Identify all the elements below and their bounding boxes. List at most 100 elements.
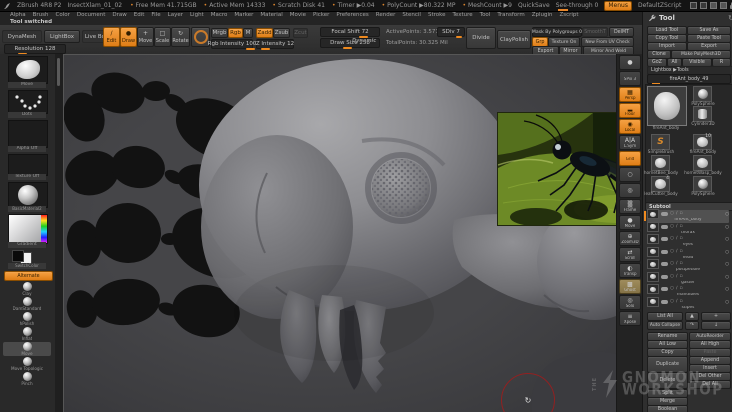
see-dot-toggle-1[interactable]: ○ bbox=[619, 167, 641, 182]
visibility-eye-icon[interactable]: ○ bbox=[725, 250, 729, 255]
uv-icon[interactable]: ▫ bbox=[679, 249, 682, 254]
alpha-selector[interactable] bbox=[8, 120, 48, 148]
duplicate-button[interactable]: Duplicate bbox=[647, 356, 688, 373]
menu-item[interactable]: Picker bbox=[313, 12, 329, 18]
polypaint-toggle-icon[interactable] bbox=[661, 262, 668, 266]
quick-brush-button[interactable]: hPolish bbox=[3, 312, 51, 326]
color-picker[interactable] bbox=[8, 214, 48, 244]
menu-item[interactable]: Texture bbox=[453, 12, 473, 18]
quick-brush-button[interactable]: Clay bbox=[3, 282, 51, 296]
subtool-add-button[interactable]: + bbox=[701, 312, 731, 321]
visibility-eye-icon[interactable]: ○ bbox=[725, 275, 729, 280]
menu-item[interactable]: Alpha bbox=[10, 12, 26, 18]
uv-icon[interactable]: ▫ bbox=[679, 211, 682, 216]
tool-thumb[interactable]: S SimpleBrush bbox=[648, 134, 674, 154]
polypaint-toggle-icon[interactable] bbox=[661, 212, 668, 216]
sculpt-canvas[interactable]: ↻ bbox=[63, 54, 617, 412]
subtool-row[interactable]: ○ ∕ ▫ ○ mandibles bbox=[647, 284, 729, 298]
brush-toggle-icon[interactable]: ∕ bbox=[676, 261, 678, 266]
quicksave-button[interactable]: QuickSave bbox=[518, 2, 550, 9]
edit-button[interactable]: ∕ Edit bbox=[103, 27, 120, 47]
transp-button[interactable]: ◐ Transp bbox=[619, 263, 641, 278]
eye-icon[interactable]: ○ bbox=[670, 274, 674, 279]
zsub-button[interactable]: Zsub bbox=[273, 28, 290, 38]
menu-item[interactable]: Layer bbox=[168, 12, 183, 18]
reference-photo-inset[interactable] bbox=[498, 113, 617, 225]
visibility-eye-icon[interactable]: ○ bbox=[725, 212, 729, 217]
see-through-slider[interactable]: See-through 0 bbox=[556, 2, 598, 11]
subtool-row[interactable]: ○ ∕ ▫ ○ head bbox=[647, 246, 729, 261]
zoom3d-button[interactable]: ⊕ Zoom3D bbox=[619, 231, 641, 246]
menu-item[interactable]: Brush bbox=[33, 12, 49, 18]
see-dot-toggle-2[interactable]: ◎ bbox=[619, 183, 641, 198]
tool-thumb[interactable]: Cylinder3D bbox=[691, 106, 715, 126]
palette-icon-2[interactable] bbox=[700, 2, 708, 9]
del-all-button[interactable]: Del All bbox=[689, 380, 731, 389]
menu-item[interactable]: Document bbox=[77, 12, 106, 18]
solo-button[interactable]: ◎ Solo bbox=[619, 295, 641, 310]
subtool-row[interactable]: ○ ∕ ▫ ○ thorax bbox=[647, 221, 729, 236]
eye-icon[interactable]: ○ bbox=[670, 249, 674, 254]
menus-button[interactable]: Menus bbox=[604, 0, 632, 11]
tool-thumb[interactable]: PolySphere bbox=[691, 86, 715, 106]
xpose-button[interactable]: ≡ Xpose bbox=[619, 311, 641, 326]
visibility-eye-icon[interactable]: ○ bbox=[725, 300, 729, 305]
polypaint-toggle-icon[interactable] bbox=[661, 249, 668, 254]
brush-toggle-icon[interactable]: ∕ bbox=[676, 236, 678, 241]
brush-toggle-icon[interactable]: ∕ bbox=[676, 249, 678, 254]
palette-icon-4[interactable] bbox=[720, 2, 728, 9]
tool-thumb[interactable]: hornetWasp_body bbox=[684, 155, 722, 175]
collapse-cycle-button[interactable]: ↷ bbox=[685, 321, 699, 330]
menu-item[interactable]: Material bbox=[260, 12, 282, 18]
visibility-eye-icon[interactable]: ○ bbox=[725, 237, 729, 242]
menu-item[interactable]: Light bbox=[190, 12, 204, 18]
uv-icon[interactable]: ▫ bbox=[679, 224, 682, 229]
material-selector[interactable] bbox=[8, 182, 48, 208]
eye-icon[interactable]: ○ bbox=[670, 261, 674, 266]
sdiv-slider[interactable]: SDiv 7 bbox=[437, 27, 465, 38]
palette-icon-1[interactable] bbox=[690, 2, 698, 9]
quick-brush-button[interactable]: Inflat bbox=[3, 327, 51, 341]
uv-icon[interactable]: ▫ bbox=[679, 274, 682, 279]
menu-item[interactable]: Stencil bbox=[402, 12, 421, 18]
uv-icon[interactable]: ▫ bbox=[679, 261, 682, 266]
menu-item[interactable]: Macro bbox=[211, 12, 228, 18]
menu-item[interactable]: Marker bbox=[234, 12, 253, 18]
mrgb-button[interactable]: Mrgb bbox=[211, 28, 228, 38]
brush-toggle-icon[interactable]: ∕ bbox=[676, 299, 678, 304]
menu-item[interactable]: Movie bbox=[290, 12, 306, 18]
menu-item[interactable]: Draw bbox=[112, 12, 126, 18]
menu-item[interactable]: File bbox=[151, 12, 160, 18]
menu-item[interactable]: Zscript bbox=[559, 12, 578, 18]
brush-toggle-icon[interactable]: ∕ bbox=[676, 211, 678, 216]
bpr-render-button[interactable]: ● bbox=[619, 55, 641, 70]
list-all-button[interactable]: List All bbox=[647, 312, 683, 321]
zadd-button[interactable]: Zadd bbox=[256, 28, 273, 38]
menu-item[interactable]: Edit bbox=[134, 12, 145, 18]
tool-panel-header[interactable]: Tool ↻ bbox=[643, 12, 732, 24]
eye-icon[interactable]: ○ bbox=[670, 224, 674, 229]
polypaint-toggle-icon[interactable] bbox=[661, 299, 668, 304]
menu-item[interactable]: Render bbox=[376, 12, 396, 18]
tool-thumb[interactable]: 4 leafCutter_body bbox=[644, 176, 678, 196]
eye-icon[interactable]: ○ bbox=[670, 236, 674, 241]
texture-selector[interactable] bbox=[8, 154, 48, 176]
visibility-eye-icon[interactable]: ○ bbox=[725, 287, 729, 292]
quick-brush-button[interactable]: Move bbox=[3, 342, 51, 356]
boolean-section-button[interactable]: Boolean bbox=[647, 405, 688, 412]
rgb-button[interactable]: Rgb bbox=[228, 28, 243, 38]
menu-item[interactable]: Transform bbox=[497, 12, 524, 18]
quick-brush-button[interactable]: Pinch bbox=[3, 372, 51, 386]
tool-thumb[interactable]: hornetBee_body bbox=[644, 155, 678, 175]
persp-button[interactable]: ▦ Persp bbox=[619, 87, 641, 102]
floor-button[interactable]: ▂ Floor bbox=[619, 103, 641, 118]
quick-brush-button[interactable]: DamStandard bbox=[3, 297, 51, 311]
alternate-button[interactable]: Alternate bbox=[4, 271, 53, 281]
brush-toggle-icon[interactable]: ∕ bbox=[676, 274, 678, 279]
zcut-button[interactable]: Zcut bbox=[293, 28, 308, 38]
collapse-jump-button[interactable]: ↓ bbox=[701, 321, 731, 330]
divide-button[interactable]: Divide bbox=[466, 27, 496, 49]
focal-shift-slider[interactable]: Focal Shift 72 bbox=[320, 27, 380, 38]
subtool-row[interactable]: ○ ∕ ▫ ○ eyes bbox=[647, 234, 729, 248]
local-button[interactable]: ◉ Local bbox=[619, 119, 641, 134]
